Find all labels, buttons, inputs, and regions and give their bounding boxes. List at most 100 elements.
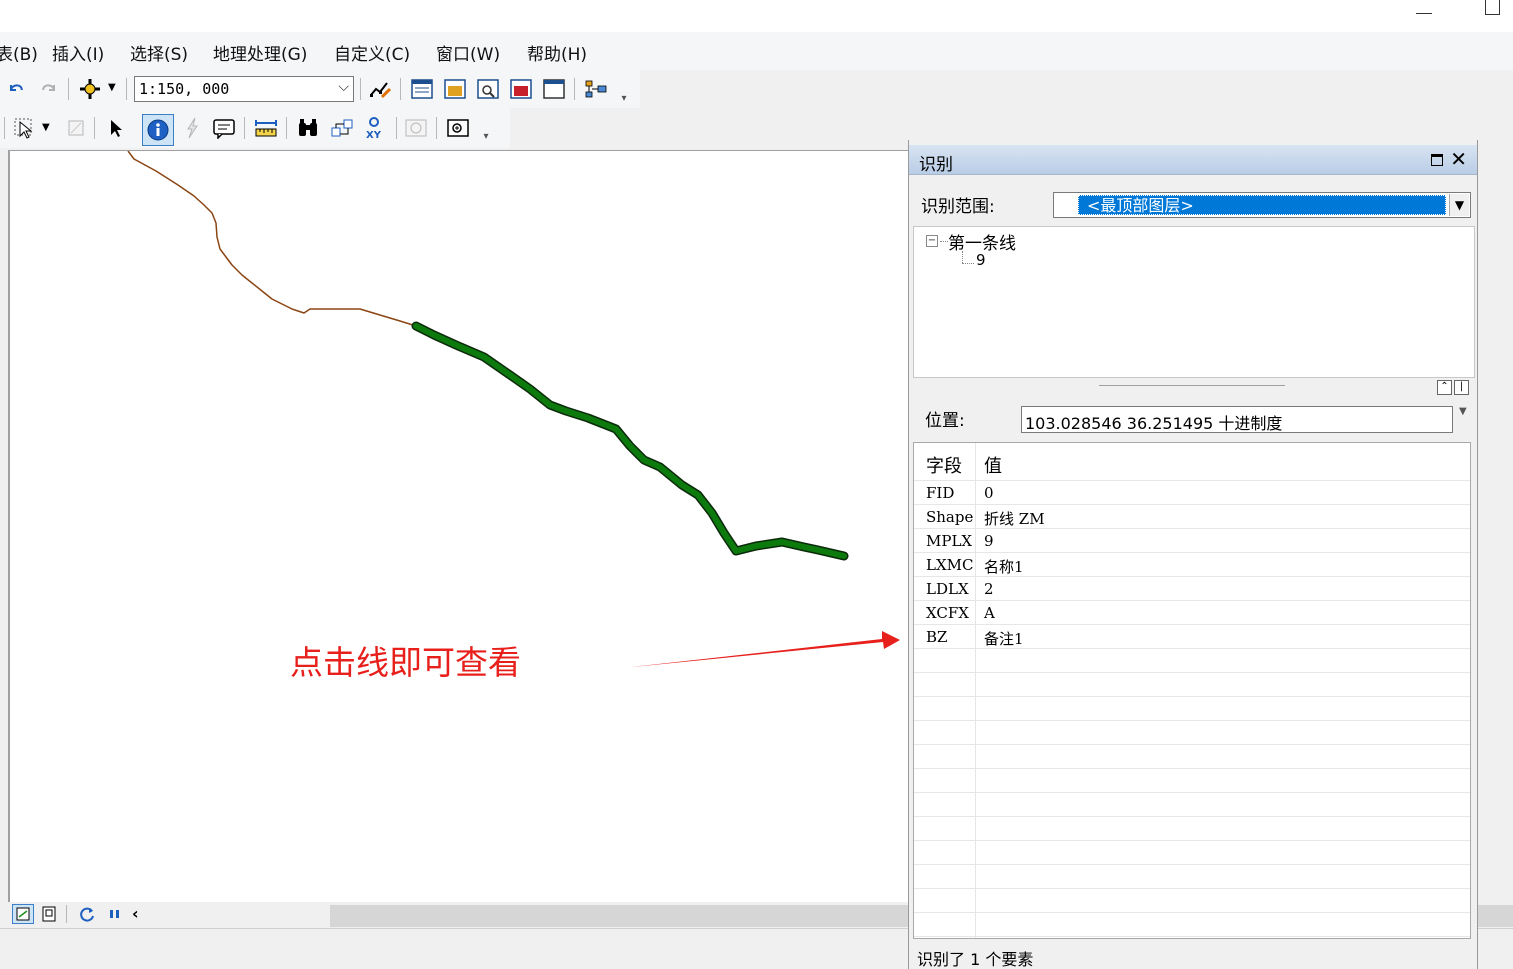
table-of-contents-icon[interactable] [410,77,434,101]
value-cell: 2 [984,580,994,598]
tree-connector [962,251,963,263]
value-cell: 9 [984,532,994,550]
identify-from-label: 识别范围: [921,197,995,217]
chevron-down-icon[interactable]: ⌵ [338,79,349,95]
hyperlink-icon [180,116,204,140]
panel-layout-buttons: ⌃ | [1437,380,1473,395]
toolbar-separator [286,117,287,139]
selected-road-line[interactable] [411,321,849,561]
add-data-dropdown-icon[interactable]: ▼ [108,82,116,93]
editor-icon[interactable] [368,77,392,101]
find-icon[interactable] [296,116,320,140]
tree-connector [940,241,948,242]
toolbar-separator [94,117,95,139]
value-cell: 备注1 [984,630,1024,648]
empty-row [914,697,1470,721]
units-dropdown-icon[interactable]: ▼ [1459,406,1467,417]
identify-status: 识别了 1 个要素 [917,950,1034,969]
menu-selection[interactable]: 选择(S) [130,40,188,65]
empty-row [914,817,1470,841]
table-row[interactable]: LDLX 2 [914,577,1470,601]
menu-table[interactable]: 表(B) [0,40,38,65]
select-elements-icon[interactable] [12,116,36,140]
table-row[interactable]: Shape 折线 ZM [914,505,1470,529]
tree-feature-node[interactable]: 9 [976,251,986,269]
collapse-icon[interactable]: − [926,235,938,247]
empty-row [914,673,1470,697]
expand-up-icon[interactable]: ⌃ [1437,380,1452,395]
minimize-icon[interactable] [1416,4,1432,14]
toolbar-separator [66,905,67,923]
scroll-left-icon[interactable]: ‹ [132,904,139,923]
identify-title: 识别 [919,155,953,175]
refresh-icon[interactable] [78,905,96,927]
split-layout-icon[interactable]: | [1454,380,1469,395]
location-value: 103.028546 36.251495 十进制度 [1025,414,1283,433]
toolbar-options-icon[interactable]: ▾ [480,120,492,142]
model-builder-icon[interactable] [584,77,608,101]
empty-row [914,865,1470,889]
table-row[interactable]: LXMC 名称1 [914,553,1470,577]
chevron-down-icon[interactable]: ▼ [1449,194,1469,216]
tree-connector [962,263,974,264]
restore-icon[interactable] [1431,154,1443,166]
toolbar-options-icon[interactable]: ▾ [618,82,630,104]
field-cell: FID [926,484,955,502]
add-data-icon[interactable] [78,77,102,101]
field-column-header[interactable]: 字段 [926,452,962,478]
value-cell: A [984,604,995,622]
attribute-table[interactable]: 字段 值 FID 0 Shape 折线 ZM MPLX 9 LXMC 名称1 LDLX 2… [913,442,1471,939]
python-icon[interactable] [542,77,566,101]
table-row[interactable]: MPLX 9 [914,529,1470,553]
field-cell: LXMC [926,556,974,574]
map-annotation: 点击线即可查看 [290,643,521,682]
value-column-header[interactable]: 值 [984,452,1002,478]
identify-title-bar[interactable]: 识别 ✕ [909,145,1477,175]
table-row[interactable]: BZ 备注1 [914,625,1470,649]
field-cell: MPLX [926,532,973,550]
create-viewer-window-icon[interactable] [446,116,470,140]
map-view[interactable] [8,150,908,902]
toolbar-separator [244,117,245,139]
data-view-icon[interactable] [12,904,34,924]
table-row[interactable]: FID 0 [914,481,1470,505]
identify-results-tree[interactable]: − 第一条线 9 [913,226,1475,378]
menu-geoprocessing[interactable]: 地理处理(G) [213,40,307,65]
empty-row [914,793,1470,817]
select-dropdown-icon[interactable]: ▼ [42,122,50,133]
map-canvas[interactable] [10,151,910,903]
table-row[interactable]: XCFX A [914,601,1470,625]
catalog-icon[interactable] [443,77,467,101]
field-cell: BZ [926,628,948,646]
arcmap-window: 表(B) 插入(I) 选择(S) 地理处理(G) 自定义(C) 窗口(W) 帮助… [0,0,1513,969]
select-arrow-icon[interactable] [104,116,128,140]
identify-icon[interactable] [142,114,174,146]
close-icon[interactable]: ✕ [1450,147,1467,171]
menu-help[interactable]: 帮助(H) [527,40,587,65]
arctoolbox-icon[interactable] [509,77,533,101]
field-cell: XCFX [926,604,969,622]
measure-icon[interactable] [254,116,278,140]
html-popup-icon[interactable] [212,116,236,140]
location-field: 103.028546 36.251495 十进制度 [1021,406,1453,433]
go-to-xy-icon[interactable]: XY [362,116,386,140]
identify-from-select[interactable]: <最顶部图层> ▼ [1053,192,1471,218]
menu-window[interactable]: 窗口(W) [436,40,500,65]
panel-splitter[interactable] [1099,385,1285,386]
toolbar-separator [400,78,401,100]
empty-row [914,913,1470,937]
empty-row [914,721,1470,745]
search-window-icon[interactable] [476,77,500,101]
unselected-road-line[interactable] [127,151,417,327]
undo-icon[interactable] [4,77,28,101]
menu-insert[interactable]: 插入(I) [52,40,104,65]
map-scale-combobox[interactable]: 1:150, 000 ⌵ [134,76,354,102]
find-route-icon[interactable] [330,116,354,140]
map-scale-value: 1:150, 000 [139,80,230,98]
layout-view-icon[interactable] [40,905,58,927]
pause-drawing-icon[interactable] [106,905,124,927]
maximize-icon[interactable] [1485,0,1500,15]
menu-customize[interactable]: 自定义(C) [334,40,410,65]
empty-row [914,841,1470,865]
time-slider-icon [404,116,428,140]
